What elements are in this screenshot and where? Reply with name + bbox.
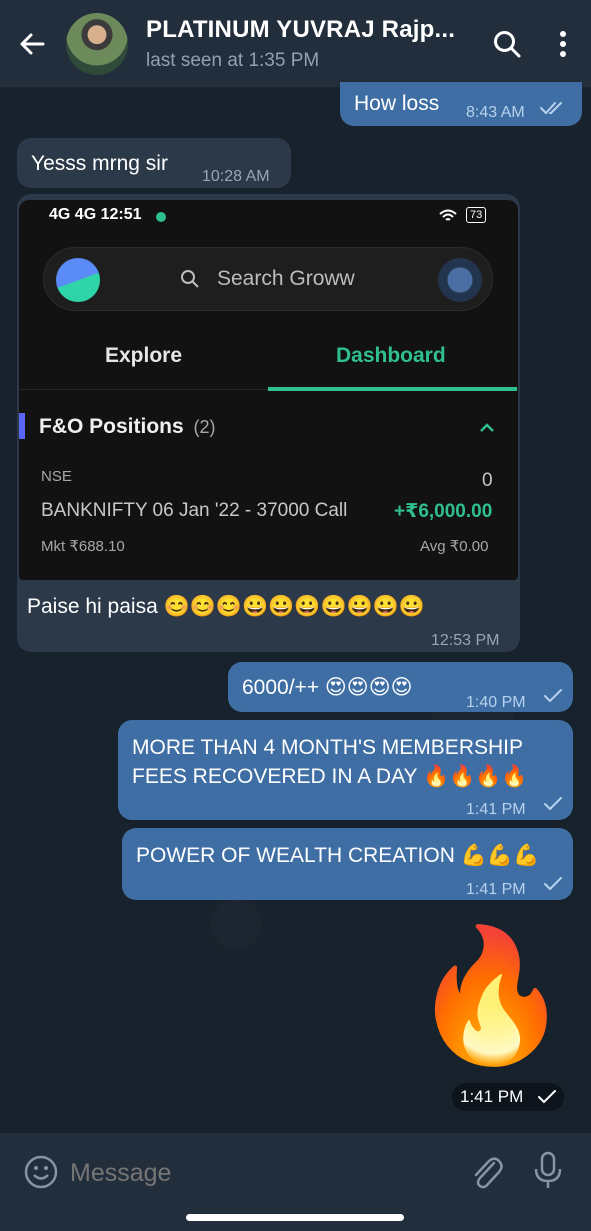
more-vertical-icon — [560, 30, 566, 57]
market-price: Mkt ₹688.10 — [41, 538, 125, 555]
groww-tabs: Explore Dashboard — [19, 330, 518, 391]
positions-title-wrap: F&O Positions (2) — [39, 415, 216, 439]
check-icon — [544, 797, 562, 811]
back-button[interactable] — [0, 0, 64, 88]
battery-level: 73 — [466, 207, 487, 223]
message-text-line2: FEES RECOVERED IN A DAY 🔥🔥🔥🔥 — [132, 765, 528, 788]
average-price: Avg ₹0.00 — [420, 538, 489, 555]
message-time: 1:41 PM — [466, 881, 526, 898]
attach-icon[interactable] — [470, 1153, 504, 1191]
message-time: 12:53 PM — [431, 632, 500, 649]
search-icon — [181, 270, 199, 288]
tab-explore: Explore — [105, 344, 183, 367]
position-pnl: +₹6,000.00 — [394, 501, 493, 522]
attached-screenshot[interactable]: 4G 4G 12:51 73 Search Groww Explore Dash… — [19, 200, 518, 580]
message-text: Yesss mrng sir — [31, 152, 168, 175]
chat-header: PLATINUM YUVRAJ Rajp... last seen at 1:3… — [0, 0, 591, 88]
message-text: How loss — [354, 92, 440, 115]
chat-title: PLATINUM YUVRAJ Rajp... — [146, 15, 456, 43]
message-time: 10:28 AM — [202, 168, 270, 185]
message-time: 1:41 PM — [460, 1087, 524, 1106]
profile-avatar — [438, 258, 482, 302]
chevron-up-icon — [480, 423, 494, 432]
positions-header: F&O Positions (2) — [19, 412, 518, 442]
active-tab-indicator — [268, 387, 517, 391]
message-time: 8:43 AM — [466, 104, 525, 121]
message-text: POWER OF WEALTH CREATION 💪💪💪 — [136, 844, 540, 867]
emoji-icon[interactable] — [23, 1154, 59, 1190]
message-bubble-incoming[interactable]: Yesss mrng sir 10:28 AM — [17, 138, 291, 188]
groww-logo-icon — [56, 258, 100, 302]
sticker-time-pill: 1:41 PM — [452, 1083, 564, 1111]
message-input[interactable] — [70, 1151, 450, 1195]
phone-status-bar: 4G 4G 12:51 73 — [19, 206, 518, 226]
message-bubble-outgoing[interactable]: MORE THAN 4 MONTH'S MEMBERSHIP FEES RECO… — [118, 720, 573, 820]
message-bubble-outgoing[interactable]: POWER OF WEALTH CREATION 💪💪💪 1:41 PM — [122, 828, 573, 900]
check-icon — [544, 877, 562, 891]
fire-sticker: 🔥 — [410, 919, 572, 1071]
exchange-label: NSE — [41, 468, 72, 485]
message-bubble-outgoing[interactable]: How loss 8:43 AM — [340, 82, 582, 126]
sticker-message[interactable]: 🔥 1:41 PM — [400, 915, 580, 1115]
message-text: 6000/++ 😍😍😍😍 — [242, 676, 413, 699]
tab-dashboard: Dashboard — [336, 344, 446, 367]
search-icon — [494, 30, 521, 57]
search-button[interactable] — [479, 0, 535, 88]
mic-icon[interactable] — [533, 1151, 563, 1191]
check-icon — [538, 1090, 556, 1104]
home-indicator — [186, 1214, 404, 1221]
chat-title-block[interactable]: PLATINUM YUVRAJ Rajp... last seen at 1:3… — [146, 16, 479, 72]
search-placeholder: Search Groww — [217, 267, 355, 290]
positions-count: (2) — [193, 417, 216, 437]
back-arrow-icon — [20, 33, 45, 54]
message-text: Paise hi paisa 😊😊😊😀😀😀😀😀😀😀 — [27, 595, 426, 618]
wifi-icon — [439, 209, 457, 221]
position-qty: 0 — [482, 470, 493, 491]
message-time: 1:40 PM — [466, 694, 526, 711]
message-time: 1:41 PM — [466, 801, 526, 818]
section-accent-bar — [19, 413, 25, 439]
groww-search-bar[interactable]: Search Groww — [43, 247, 493, 311]
more-menu-button[interactable] — [535, 0, 591, 88]
positions-title: F&O Positions — [39, 415, 184, 438]
avatar[interactable] — [66, 12, 128, 75]
status-bar-left: 4G 4G 12:51 — [49, 206, 142, 223]
check-icon — [544, 689, 562, 703]
double-check-icon — [540, 102, 562, 115]
last-seen-status: last seen at 1:35 PM — [146, 49, 320, 71]
contract-name: BANKNIFTY 06 Jan '22 - 37000 Call — [41, 500, 348, 521]
message-text-line1: MORE THAN 4 MONTH'S MEMBERSHIP — [132, 736, 523, 759]
message-bubble-outgoing[interactable]: 6000/++ 😍😍😍😍 1:40 PM — [228, 662, 573, 712]
status-dot-icon — [156, 212, 166, 222]
